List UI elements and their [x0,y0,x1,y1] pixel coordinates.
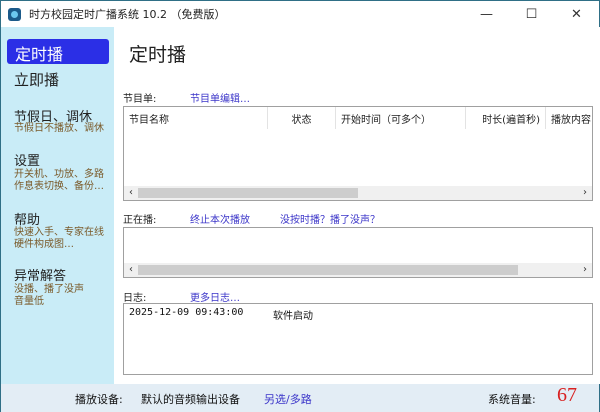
maximize-button[interactable]: ☐ [509,1,554,27]
horizontal-scrollbar[interactable]: ‹ › [124,263,592,277]
sidebar-item-faq-desc: 没播、播了没声 [14,284,84,295]
sidebar-item-settings-desc: 开关机、功放、多路 [14,169,104,180]
column-header-content[interactable]: 播放内容 [546,107,594,129]
page-title: 定时播 [129,44,187,66]
program-list-label: 节目单: [123,94,157,105]
now-playing-list: ‹ › [123,227,593,278]
log-label: 日志: [123,293,147,304]
column-header-status[interactable]: 状态 [268,107,336,129]
now-playing-label: 正在播: [123,215,157,226]
scroll-left-icon[interactable]: ‹ [124,186,138,200]
status-bar: 播放设备: 默认的音频输出设备 另选/多路 系统音量: 67 [1,384,599,412]
scroll-left-icon[interactable]: ‹ [124,263,138,277]
scrollbar-thumb[interactable] [138,188,358,198]
column-header-duration[interactable]: 时长(遍首秒) [466,107,546,129]
sidebar-item-scheduled[interactable]: 定时播 [7,39,109,64]
sidebar-item-help[interactable]: 帮助 [14,209,40,228]
log-entry-time: 2025-12-09 09:43:00 [129,307,244,318]
sidebar-item-help-desc: 硬件构成图… [14,239,74,250]
column-header-name[interactable]: 节目名称 [124,107,268,129]
close-button[interactable]: ✕ [554,1,599,27]
title-bar: 时方校园定时广播系统 10.2 （免费版） — ☐ ✕ [1,1,599,27]
horizontal-scrollbar[interactable]: ‹ › [124,186,592,200]
log-entry-message: 软件启动 [273,311,313,322]
scrollbar-thumb[interactable] [138,265,518,275]
volume-value[interactable]: 67 [557,384,577,407]
stop-playback-link[interactable]: 终止本次播放 [190,211,250,226]
sidebar-item-faq-desc: 音量低 [14,296,44,307]
scroll-right-icon[interactable]: › [578,263,592,277]
app-icon [8,7,21,21]
sidebar-item-settings[interactable]: 设置 [14,150,40,169]
log-box: 2025-12-09 09:43:00 软件启动 [123,303,593,375]
sidebar: 定时播 立即播 节假日、调休 节假日不播放、调休 设置 开关机、功放、多路 作息… [1,27,114,384]
edit-program-link[interactable]: 节目单编辑… [190,90,250,105]
column-header-start-time[interactable]: 开始时间（可多个） [336,107,466,129]
device-value: 默认的音频输出设备 [141,393,240,406]
main-panel: 定时播 节目单: 节目单编辑… 节目名称 状态 开始时间（可多个） 时长(遍首秒… [114,27,600,384]
troubleshoot-link[interactable]: 没按时播？播了没声？ [280,211,380,226]
more-logs-link[interactable]: 更多日志… [190,289,240,304]
sidebar-item-help-desc: 快速入手、专家在线 [14,227,104,238]
window-title: 时方校园定时广播系统 10.2 （免费版） [29,8,226,21]
scroll-right-icon[interactable]: › [578,186,592,200]
volume-label: 系统音量: [488,393,536,406]
program-table: 节目名称 状态 开始时间（可多个） 时长(遍首秒) 播放内容 ‹ › [123,106,593,201]
sidebar-item-settings-desc: 作息表切换、备份… [14,181,104,192]
sidebar-item-instant[interactable]: 立即播 [14,69,59,90]
sidebar-item-holidays-desc: 节假日不播放、调休 [14,123,104,134]
sidebar-item-faq[interactable]: 异常解答 [14,265,66,284]
minimize-button[interactable]: — [464,1,509,27]
choose-device-link[interactable]: 另选/多路 [264,391,312,407]
app-window: 时方校园定时广播系统 10.2 （免费版） — ☐ ✕ 定时播 立即播 节假日、… [0,0,600,412]
device-label: 播放设备: [75,393,123,406]
